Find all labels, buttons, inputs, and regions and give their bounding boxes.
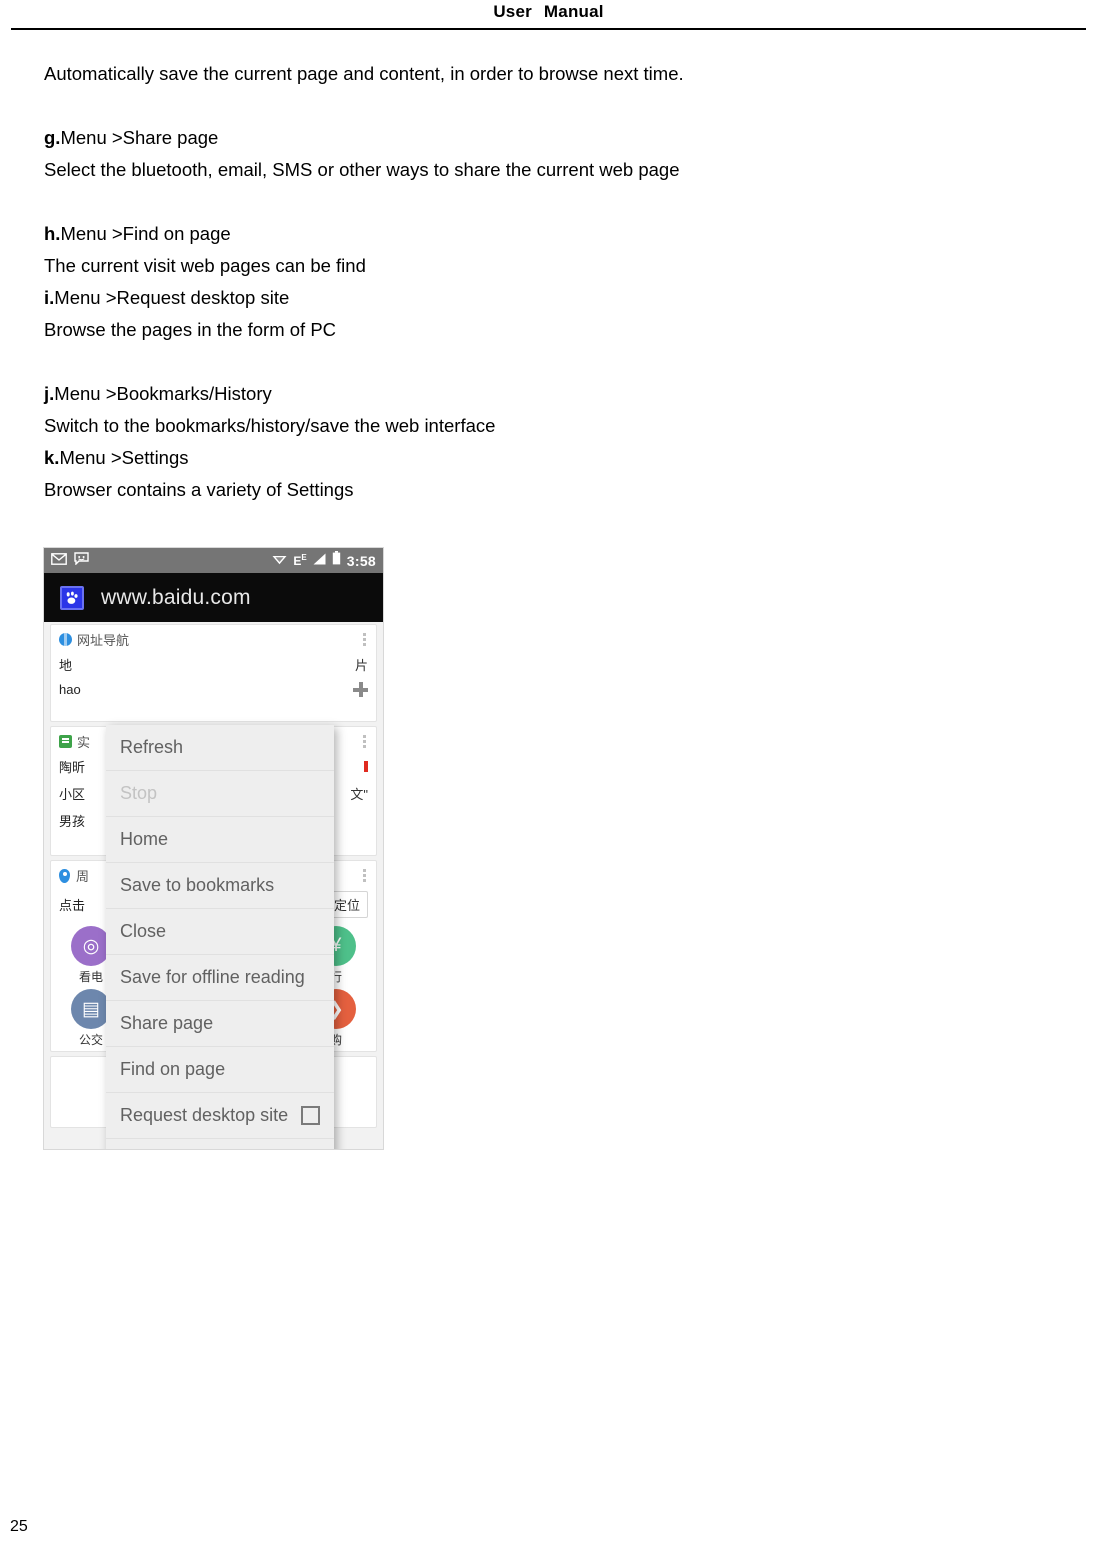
menu-item-request-desktop-site[interactable]: Request desktop site (106, 1093, 334, 1139)
item-heading-g: g.Menu >Share page (44, 122, 1044, 154)
battery-icon (332, 551, 341, 570)
red-marker-icon (364, 761, 368, 772)
menu-item-stop: Stop (106, 771, 334, 817)
item-marker-g: g. (44, 127, 61, 148)
menu-item-find-on-page[interactable]: Find on page (106, 1047, 334, 1093)
item-title-i: Menu >Request desktop site (54, 287, 290, 308)
item-marker-h: h. (44, 223, 61, 244)
watch-tv-icon: ◎ (71, 926, 111, 966)
item-heading-h: h.Menu >Find on page (44, 218, 1044, 250)
card-site-nav-header: 网址导航 (51, 625, 376, 651)
card-nearby-title: 周 (76, 869, 90, 884)
item-desc-k: Browser contains a variety of Settings (44, 479, 354, 500)
header-title-left: User (493, 2, 532, 21)
menu-item-home-label: Home (120, 829, 169, 849)
globe-icon (59, 633, 72, 646)
url-text: www.baidu.com (101, 585, 251, 609)
item-marker-j: j. (44, 383, 55, 404)
menu-item-request-desktop-site-label: Request desktop site (120, 1105, 289, 1125)
header-divider (11, 28, 1086, 30)
document-body: Automatically save the current page and … (44, 58, 1044, 506)
overflow-menu-icon[interactable] (363, 869, 368, 882)
card-nearby-row-text: 点击 (59, 898, 86, 913)
menu-item-home[interactable]: Home (106, 817, 334, 863)
mail-icon (51, 552, 67, 570)
item-marker-k: k. (44, 447, 60, 468)
item-desc-j: Switch to the bookmarks/history/save the… (44, 415, 496, 436)
item-heading-j: j.Menu >Bookmarks/History (44, 378, 1044, 410)
overflow-menu-icon[interactable] (363, 735, 368, 748)
card-site-nav-row-2: hao (51, 678, 376, 701)
card-site-nav-row1-left: 地 (59, 658, 73, 673)
menu-item-refresh[interactable]: Refresh (106, 725, 334, 771)
signal-bars-icon (313, 552, 326, 570)
item-desc-h: The current visit web pages can be find (44, 255, 366, 276)
menu-item-save-to-bookmarks-label: Save to bookmarks (120, 875, 275, 895)
card-news-row1-text: 陶昕 (59, 760, 86, 775)
card-site-nav-row2-left: hao (59, 682, 81, 697)
page-number: 25 (10, 1518, 28, 1535)
menu-item-refresh-label: Refresh (120, 737, 184, 757)
card-news-row3-text: 男孩 (59, 814, 86, 829)
menu-item-bookmarks-history[interactable]: Bookmarks/History (106, 1139, 334, 1149)
card-news-title: 实 (77, 735, 91, 750)
card-site-nav: 网址导航 地 片 hao (50, 624, 377, 722)
document-header: User Manual (0, 0, 1097, 30)
menu-item-find-on-page-label: Find on page (120, 1059, 226, 1079)
status-bar-clock: 3:58 (346, 552, 376, 569)
menu-item-save-offline-label: Save for offline reading (120, 967, 305, 987)
item-desc-g: Select the bluetooth, email, SMS or othe… (44, 159, 680, 180)
location-pin-icon (59, 868, 70, 883)
message-icon (74, 551, 89, 570)
item-heading-i: i.Menu >Request desktop site (44, 282, 1044, 314)
menu-item-close-label: Close (120, 921, 167, 941)
menu-item-stop-label: Stop (120, 783, 158, 803)
wifi-icon (272, 552, 287, 570)
menu-item-share-page[interactable]: Share page (106, 1001, 334, 1047)
card-site-nav-row1-right: 片 (354, 658, 368, 673)
item-title-h: Menu >Find on page (60, 223, 231, 244)
item-heading-k: k.Menu >Settings (44, 442, 1044, 474)
news-icon (59, 735, 72, 748)
card-site-nav-title: 网址导航 (77, 633, 130, 648)
item-title-j: Menu >Bookmarks/History (54, 383, 272, 404)
card-news-row2-right: 文" (350, 787, 368, 802)
card-news-row2-text: 小区 (59, 787, 86, 802)
item-desc-i: Browse the pages in the form of PC (44, 319, 337, 340)
edge-signal-icon: EE (293, 553, 307, 568)
header-title-right: Manual (543, 2, 604, 21)
menu-item-save-to-bookmarks[interactable]: Save to bookmarks (106, 863, 334, 909)
item-marker-i: i. (44, 287, 55, 308)
overflow-menu-icon[interactable] (363, 633, 368, 646)
card-site-nav-row-1: 地 片 (51, 651, 376, 678)
bus-icon: ▤ (71, 989, 111, 1029)
request-desktop-site-checkbox[interactable] (301, 1106, 320, 1125)
phone-screenshot-figure: EE 3:58 www.baidu.com 网址导航 地 片 hao 实 陶昕 … (43, 547, 384, 1150)
rendered-web-page: 网址导航 地 片 hao 实 陶昕 小区 文" 男孩 周 点击 定位 ◎ 看电 … (44, 622, 383, 1149)
browser-url-bar[interactable]: www.baidu.com (44, 573, 383, 622)
menu-item-share-page-label: Share page (120, 1013, 214, 1033)
plus-icon[interactable] (353, 682, 368, 697)
item-title-g: Menu >Share page (60, 127, 219, 148)
intro-paragraph: Automatically save the current page and … (44, 63, 684, 84)
item-title-k: Menu >Settings (59, 447, 189, 468)
menu-item-close[interactable]: Close (106, 909, 334, 955)
browser-overflow-menu: Refresh Stop Home Save to bookmarks Clos… (106, 725, 334, 1149)
android-status-bar: EE 3:58 (44, 548, 383, 573)
baidu-paw-icon (60, 585, 84, 610)
menu-item-save-offline[interactable]: Save for offline reading (106, 955, 334, 1001)
